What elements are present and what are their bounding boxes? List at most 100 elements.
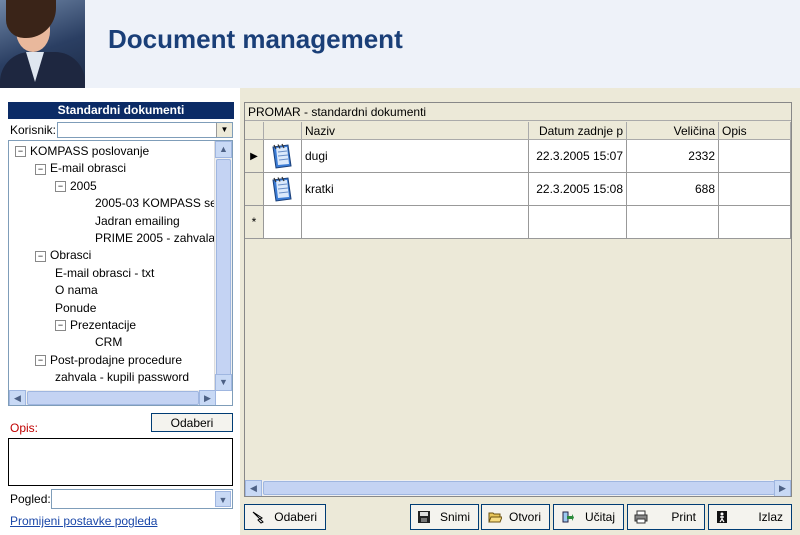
new-row-cell[interactable] — [719, 206, 791, 239]
tree-item[interactable]: − Prezentacije — [55, 317, 136, 334]
grid-hscroll-thumb[interactable] — [263, 481, 775, 495]
row-naziv[interactable]: dugi — [302, 140, 529, 173]
tree-hscroll-thumb[interactable] — [27, 391, 199, 405]
tree-item[interactable]: zahvala - kupili password — [55, 369, 189, 386]
grid-header-velicina[interactable]: Veličina — [627, 122, 719, 140]
new-row-cell[interactable] — [302, 206, 529, 239]
korisnik-select[interactable]: ▼ — [57, 122, 233, 138]
tree-item-label: 2005-03 KOMPASS ser — [95, 196, 216, 211]
table-row-icon-cell[interactable] — [264, 140, 302, 173]
tree-item[interactable]: − KOMPASS poslovanje — [15, 143, 149, 160]
tree-item[interactable]: − Obrasci — [35, 247, 91, 264]
korisnik-label: Korisnik: — [10, 123, 57, 137]
tree-collapse-icon[interactable]: − — [35, 355, 46, 367]
new-row-cell[interactable] — [529, 206, 627, 239]
odaberi-tree-button[interactable]: Odaberi — [151, 413, 233, 432]
odaberi-label: Odaberi — [274, 510, 317, 524]
scroll-down-icon[interactable]: ▼ — [215, 374, 232, 391]
tree-item-label: Jadran emailing — [95, 213, 180, 228]
header-photo — [0, 0, 85, 88]
otvori-button[interactable]: Otvori — [481, 504, 550, 530]
grid-header-naziv[interactable]: Naziv — [302, 122, 529, 140]
tree-item-label: KOMPASS poslovanje — [30, 144, 150, 158]
ucitaj-button[interactable]: Učitaj — [553, 504, 624, 530]
izlaz-button[interactable]: Izlaz — [708, 504, 792, 530]
tree-item[interactable]: PRIME 2005 - zahvala — [95, 230, 215, 247]
tree-item-label: Post-prodajne procedure — [50, 352, 183, 367]
tree-item[interactable]: E-mail obrasci - txt — [55, 265, 154, 282]
tree-item-label: O nama — [55, 283, 98, 298]
tree-item[interactable]: −2005 — [55, 178, 97, 195]
scroll-up-icon[interactable]: ▲ — [215, 141, 232, 158]
grid-header-opis[interactable]: Opis — [719, 122, 791, 140]
snimi-button[interactable]: Snimi — [410, 504, 479, 530]
table-row-icon-cell[interactable] — [264, 173, 302, 206]
grid-horizontal-scrollbar[interactable]: ◀ ▶ — [245, 480, 791, 496]
tree-scroll-thumb[interactable] — [216, 159, 231, 376]
notepad-document-icon — [272, 143, 292, 169]
row-datum[interactable]: 22.3.2005 15:08 — [529, 173, 627, 206]
row-naziv[interactable]: kratki — [302, 173, 529, 206]
documents-grid[interactable]: PROMAR - standardni dokumenti Naziv Datu… — [244, 102, 792, 497]
print-button[interactable]: Print — [627, 504, 705, 530]
pogled-label: Pogled: — [10, 492, 51, 506]
tree-collapse-icon[interactable]: − — [15, 146, 26, 158]
row-indicator[interactable]: ▶ — [245, 140, 264, 173]
tree-item-label: Ponude — [55, 300, 97, 315]
grid-header-indicator — [245, 122, 264, 140]
pogled-dropdown-arrow-icon[interactable]: ▼ — [215, 491, 231, 507]
tree-vertical-scrollbar[interactable]: ▲ ▼ — [214, 141, 232, 391]
pointer-hand-icon — [252, 511, 264, 524]
new-row-cell[interactable] — [264, 206, 302, 239]
tree-item[interactable]: Ponude — [55, 300, 96, 317]
ucitaj-label: Učitaj — [584, 510, 615, 524]
korisnik-dropdown-arrow-icon[interactable]: ▼ — [216, 123, 232, 137]
exit-door-icon — [717, 511, 727, 523]
row-velicina[interactable]: 688 — [627, 173, 719, 206]
opis-label: Opis: — [10, 421, 39, 435]
row-datum[interactable]: 22.3.2005 15:07 — [529, 140, 627, 173]
tree-item[interactable]: Jadran emailing — [95, 213, 180, 230]
pogled-select[interactable]: ▼ — [51, 489, 233, 509]
otvori-label: Otvori — [508, 510, 541, 524]
new-row-indicator[interactable]: * — [245, 206, 264, 239]
app-header: Document management — [0, 0, 800, 88]
scroll-right-icon[interactable]: ▶ — [774, 480, 791, 496]
tree-item-label: E-mail obrasci - txt — [55, 265, 155, 280]
tree-item-label: Obrasci — [50, 248, 92, 263]
floppy-disk-icon — [418, 511, 430, 523]
scroll-left-icon[interactable]: ◀ — [9, 390, 26, 405]
tree-collapse-icon[interactable]: − — [35, 163, 46, 175]
scroll-right-icon[interactable]: ▶ — [199, 390, 216, 405]
tree-item-label: CRM — [95, 335, 123, 350]
tree-collapse-icon[interactable]: − — [35, 250, 46, 262]
tree-item[interactable]: CRM — [95, 334, 122, 351]
snimi-label: Snimi — [439, 510, 470, 524]
row-indicator[interactable] — [245, 173, 264, 206]
tree-horizontal-scrollbar[interactable]: ◀ ▶ — [9, 390, 216, 405]
tree-item[interactable]: 2005-03 KOMPASS ser — [95, 195, 216, 212]
scroll-left-icon[interactable]: ◀ — [245, 480, 262, 496]
tree-item-label: zahvala - kupili password — [55, 370, 190, 385]
load-icon — [562, 511, 574, 523]
row-opis[interactable] — [719, 173, 791, 206]
new-row-cell[interactable] — [627, 206, 719, 239]
open-folder-icon — [488, 512, 502, 523]
page-title: Document management — [108, 24, 403, 54]
tree-item-label: Prezentacije — [70, 318, 137, 332]
document-tree[interactable]: − KOMPASS poslovanje − E-mail obrasci −2005 2… — [8, 140, 233, 406]
tree-item[interactable]: − Post-prodajne procedure — [35, 352, 182, 369]
printer-icon — [634, 510, 648, 524]
row-velicina[interactable]: 2332 — [627, 140, 719, 173]
tree-collapse-icon[interactable]: − — [55, 320, 66, 332]
grid-header-datum[interactable]: Datum zadnje p — [529, 122, 627, 140]
tree-item[interactable]: O nama — [55, 282, 98, 299]
odaberi-button[interactable]: Odaberi — [244, 504, 326, 530]
grid-header-icon — [264, 122, 302, 140]
opis-textarea[interactable] — [8, 438, 233, 486]
tree-item-label: PRIME 2005 - zahvala — [95, 231, 216, 245]
tree-collapse-icon[interactable]: − — [55, 181, 66, 193]
row-opis[interactable] — [719, 140, 791, 173]
tree-item[interactable]: − E-mail obrasci — [35, 160, 126, 177]
change-view-settings-link[interactable]: Promijeni postavke pogleda — [10, 514, 157, 528]
